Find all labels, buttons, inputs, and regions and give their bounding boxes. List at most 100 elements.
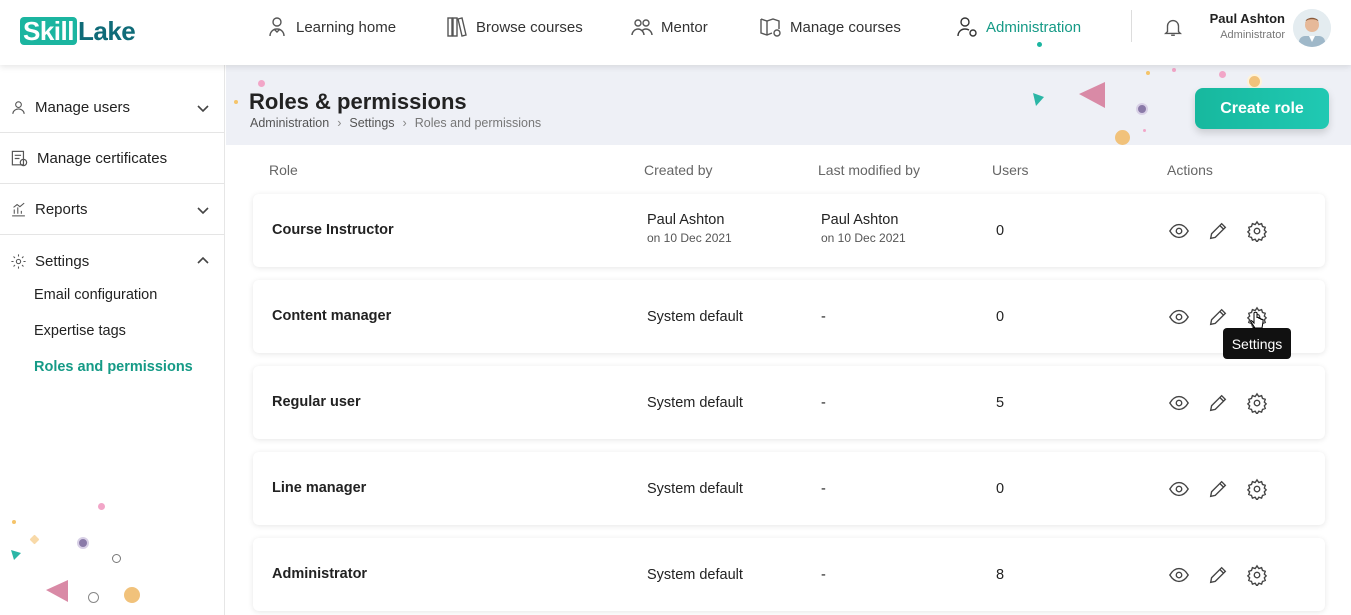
confetti-triangle <box>46 580 68 602</box>
edit-button[interactable] <box>1207 564 1229 586</box>
nav-browse-courses[interactable]: Browse courses <box>445 14 583 40</box>
settings-button[interactable] <box>1246 220 1268 244</box>
chevron-up-icon <box>197 256 209 264</box>
sidebar-item-reports[interactable]: Reports <box>0 185 224 235</box>
modified-by-name: Paul Ashton <box>821 212 899 228</box>
gear-icon <box>1246 392 1268 416</box>
sidebar-subitem-expertise-tags[interactable]: Expertise tags <box>34 323 126 339</box>
modified-by-cell: Paul Ashton on 10 Dec 2021 <box>821 212 906 245</box>
sidebar: Manage users Manage certificates Reports… <box>0 65 225 615</box>
users-count: 0 <box>996 481 1005 497</box>
pencil-icon <box>1209 480 1227 498</box>
edit-button[interactable] <box>1207 392 1229 414</box>
role-name: Course Instructor <box>272 222 394 238</box>
confetti-triangle <box>1033 93 1044 106</box>
sidebar-item-label: Manage certificates <box>37 150 168 167</box>
edit-button[interactable] <box>1207 306 1229 328</box>
chart-icon <box>12 202 25 217</box>
confetti-diamond <box>29 534 40 545</box>
settings-button[interactable] <box>1246 478 1268 502</box>
user-name[interactable]: Paul Ashton <box>1185 11 1285 26</box>
create-role-button[interactable]: Create role <box>1195 88 1329 129</box>
learning-home-icon <box>269 17 285 37</box>
gear-icon <box>11 253 26 269</box>
breadcrumb-settings[interactable]: Settings <box>349 116 394 130</box>
created-by-cell: Paul Ashton on 10 Dec 2021 <box>647 212 732 245</box>
eye-icon <box>1169 567 1189 583</box>
sidebar-item-manage-users[interactable]: Manage users <box>0 83 224 133</box>
column-header-role[interactable]: Role <box>269 162 298 178</box>
edit-button[interactable] <box>1207 220 1229 242</box>
settings-button[interactable] <box>1246 392 1268 416</box>
role-name: Content manager <box>272 308 392 324</box>
created-by-name: System default <box>647 309 743 325</box>
notifications-button[interactable] <box>1162 16 1184 38</box>
sidebar-item-settings[interactable]: Settings <box>0 236 224 286</box>
confetti-dot <box>124 587 140 603</box>
confetti-dot <box>1115 130 1130 145</box>
breadcrumb-separator: › <box>337 116 342 130</box>
avatar-image <box>1293 9 1331 47</box>
column-header-last-modified-by[interactable]: Last modified by <box>818 162 920 178</box>
gear-icon <box>1246 564 1268 588</box>
page-header: Roles & permissions Administration › Set… <box>226 65 1351 145</box>
gear-icon <box>1246 220 1268 244</box>
table-row: Content manager System default - 0 <box>253 280 1325 353</box>
column-header-created-by[interactable]: Created by <box>644 162 712 178</box>
users-count: 5 <box>996 395 1005 411</box>
page-title: Roles & permissions <box>249 89 467 114</box>
view-button[interactable] <box>1168 220 1190 242</box>
bell-icon <box>1164 19 1182 36</box>
hand-cursor-icon <box>1250 311 1264 329</box>
certificate-icon <box>11 150 28 167</box>
created-by-date: on 10 Dec 2021 <box>647 231 732 245</box>
created-by-name: Paul Ashton <box>647 212 725 228</box>
edit-button[interactable] <box>1207 478 1229 500</box>
avatar[interactable] <box>1293 9 1331 47</box>
sidebar-item-label: Settings <box>35 252 90 270</box>
settings-tooltip: Settings <box>1223 323 1291 359</box>
column-header-actions: Actions <box>1167 162 1213 178</box>
eye-icon <box>1169 395 1189 411</box>
confetti-dot <box>98 503 105 510</box>
eye-icon <box>1169 481 1189 497</box>
logo-part-skill: Skill <box>20 17 77 45</box>
chevron-down-icon <box>197 207 209 215</box>
confetti-ring <box>88 592 99 603</box>
chevron-down-icon <box>197 105 209 113</box>
column-header-users[interactable]: Users <box>992 162 1029 178</box>
admin-icon <box>957 17 977 37</box>
eye-icon <box>1169 309 1189 325</box>
modified-by-name: - <box>821 567 826 583</box>
confetti-triangle <box>11 550 21 560</box>
settings-button[interactable] <box>1246 564 1268 588</box>
confetti-dot <box>1143 129 1146 132</box>
pencil-icon <box>1209 394 1227 412</box>
breadcrumb-current: Roles and permissions <box>414 116 542 130</box>
view-button[interactable] <box>1168 478 1190 500</box>
nav-administration[interactable]: Administration <box>955 14 1081 40</box>
pencil-icon <box>1209 308 1227 326</box>
main-content: Roles & permissions Administration › Set… <box>226 65 1351 615</box>
view-button[interactable] <box>1168 392 1190 414</box>
users-count: 0 <box>996 223 1005 239</box>
nav-label: Browse courses <box>476 18 583 36</box>
nav-divider <box>1131 10 1132 42</box>
nav-mentor[interactable]: Mentor <box>630 14 708 40</box>
view-button[interactable] <box>1168 306 1190 328</box>
nav-manage-courses[interactable]: Manage courses <box>759 14 901 40</box>
table-row: Administrator System default - 8 <box>253 538 1325 611</box>
skilllake-logo[interactable]: Skill Lake <box>20 16 136 46</box>
created-by-name: System default <box>647 567 743 583</box>
roles-table: Role Created by Last modified by Users A… <box>226 145 1351 615</box>
sidebar-subitem-roles-and-permissions[interactable]: Roles and permissions <box>34 359 193 375</box>
user-icon <box>12 101 25 114</box>
created-by-name: System default <box>647 481 743 497</box>
breadcrumb-administration[interactable]: Administration <box>250 116 329 130</box>
sidebar-item-manage-certificates[interactable]: Manage certificates <box>0 134 224 184</box>
nav-learning-home[interactable]: Learning home <box>265 14 396 40</box>
users-count: 0 <box>996 309 1005 325</box>
view-button[interactable] <box>1168 564 1190 586</box>
sidebar-subitem-email-configuration[interactable]: Email configuration <box>34 287 157 303</box>
pencil-icon <box>1209 222 1227 240</box>
